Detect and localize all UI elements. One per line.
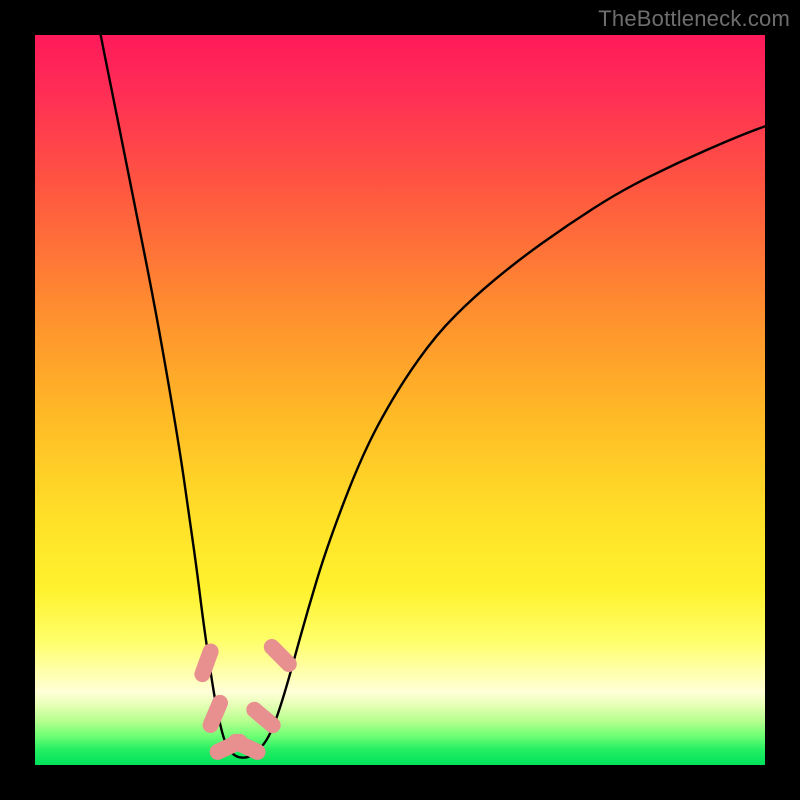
curve-marker [200, 692, 230, 735]
curve-marker [192, 641, 221, 684]
watermark-text: TheBottleneck.com [598, 6, 790, 32]
chart-frame: TheBottleneck.com [0, 0, 800, 800]
plot-area [35, 35, 765, 765]
bottleneck-curve [101, 35, 765, 758]
curve-layer [35, 35, 765, 765]
